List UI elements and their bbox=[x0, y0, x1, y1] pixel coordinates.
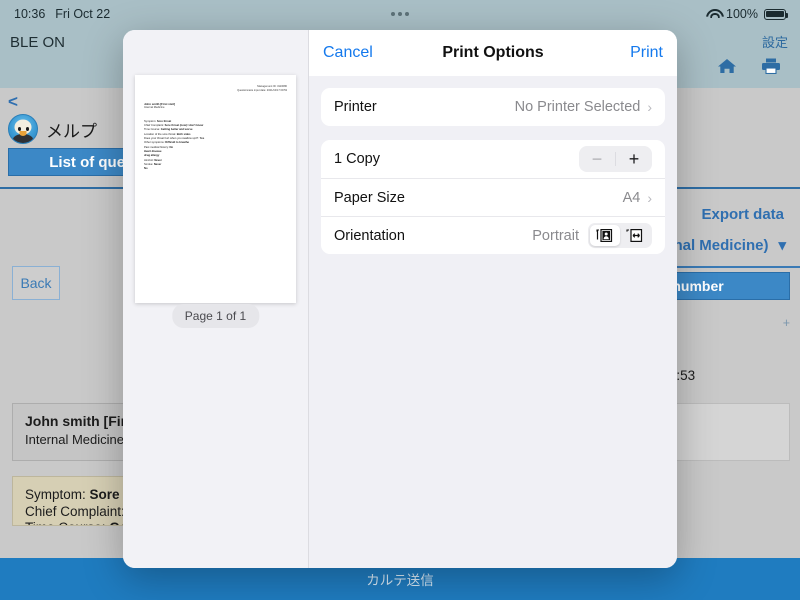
copies-label: 1 Copy bbox=[334, 151, 380, 167]
status-bar: 10:36 Fri Oct 22 100% bbox=[0, 0, 800, 28]
send-karte-label: カルテ送信 bbox=[366, 573, 434, 588]
ble-status-label: BLE ON bbox=[10, 34, 66, 51]
paper-size-row[interactable]: Paper Size A4 › bbox=[321, 178, 665, 216]
printer-icon[interactable] bbox=[762, 58, 780, 79]
orientation-label: Orientation bbox=[334, 227, 405, 244]
modal-title: Print Options bbox=[442, 44, 544, 61]
department-dropdown[interactable]: ernal Medicine) ▾ bbox=[659, 236, 786, 255]
preview-page-sheet[interactable]: Management ID: 3110080 Questionnaire inp… bbox=[135, 75, 296, 303]
cancel-button[interactable]: Cancel bbox=[323, 44, 373, 62]
copies-stepper[interactable]: − + bbox=[579, 146, 652, 172]
orientation-row: Orientation Portrait bbox=[321, 216, 665, 254]
brand-row: メルプ bbox=[8, 114, 97, 144]
chevron-right-icon: › bbox=[647, 189, 652, 206]
status-time: 10:36 bbox=[14, 7, 46, 21]
document-meta-line-2: Questionnaire input date: 2021/10/17 09:… bbox=[237, 89, 287, 92]
back-chevron-icon[interactable]: < bbox=[8, 92, 18, 112]
page-indicator-badge: Page 1 of 1 bbox=[171, 304, 260, 328]
battery-icon bbox=[764, 8, 789, 20]
printer-row[interactable]: Printer No Printer Selected › bbox=[321, 88, 665, 126]
printer-label: Printer bbox=[334, 99, 377, 115]
settings-link[interactable]: 設定 bbox=[762, 32, 788, 51]
print-settings-group: 1 Copy − + Paper Size A4 › Orientation P… bbox=[321, 140, 665, 254]
decrease-copies-button[interactable]: − bbox=[579, 147, 615, 171]
portrait-orientation-icon[interactable] bbox=[590, 225, 620, 246]
battery-percent: 100% bbox=[726, 7, 758, 21]
orientation-value: Portrait bbox=[532, 227, 579, 244]
chevron-down-icon: ▾ bbox=[778, 237, 786, 254]
status-bar-left: 10:36 Fri Oct 22 bbox=[14, 7, 110, 21]
add-icon[interactable]: + bbox=[783, 316, 790, 330]
status-bar-right: 100% bbox=[706, 7, 789, 21]
modal-topbar: Cancel Print Options Print bbox=[309, 30, 677, 76]
printer-value: No Printer Selected bbox=[514, 99, 641, 115]
document-body: Symptom: Sore throat Chief Complaint: Sor… bbox=[144, 120, 287, 172]
status-date: Fri Oct 22 bbox=[55, 7, 111, 21]
print-button[interactable]: Print bbox=[630, 44, 663, 62]
chevron-right-icon: › bbox=[647, 99, 652, 115]
landscape-orientation-icon[interactable] bbox=[620, 225, 650, 246]
paper-size-label: Paper Size bbox=[334, 189, 405, 206]
increase-copies-button[interactable]: + bbox=[616, 147, 652, 171]
wifi-icon bbox=[706, 9, 720, 20]
document-meta: Management ID: 3110080 Questionnaire inp… bbox=[144, 85, 287, 93]
back-button[interactable]: Back bbox=[12, 266, 60, 300]
export-data-title: Export data bbox=[701, 206, 784, 223]
header-icon-group bbox=[718, 58, 780, 79]
orientation-segmented-control[interactable] bbox=[588, 223, 652, 248]
paper-size-value: A4 bbox=[622, 189, 641, 206]
more-dots-icon bbox=[391, 12, 409, 16]
home-icon[interactable] bbox=[718, 58, 736, 79]
penguin-avatar-icon bbox=[8, 114, 38, 144]
print-options-pane: Cancel Print Options Print Printer No Pr… bbox=[309, 30, 677, 568]
document-body-line: No bbox=[144, 167, 148, 171]
brand-name: メルプ bbox=[46, 121, 97, 141]
copies-row: 1 Copy − + bbox=[321, 140, 665, 178]
document-patient-dept: Internal Medicine bbox=[144, 106, 165, 110]
print-preview-pane: Management ID: 3110080 Questionnaire inp… bbox=[123, 30, 309, 568]
printer-group: Printer No Printer Selected › bbox=[321, 88, 665, 126]
print-options-modal: Management ID: 3110080 Questionnaire inp… bbox=[123, 30, 677, 568]
